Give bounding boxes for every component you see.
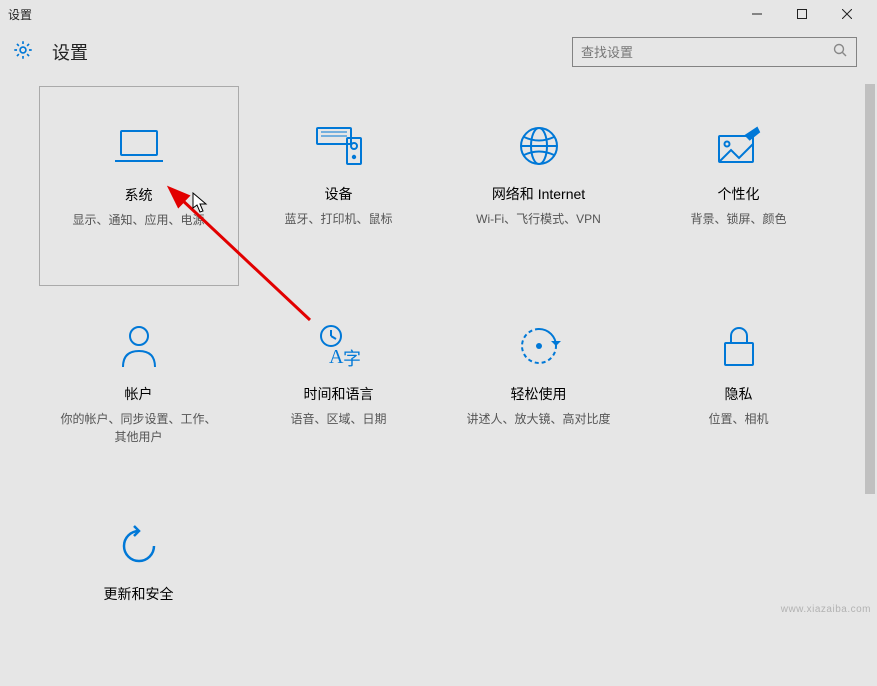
maximize-button[interactable] xyxy=(779,0,824,28)
tile-title: 个性化 xyxy=(718,184,760,204)
tile-title: 时间和语言 xyxy=(304,384,374,404)
paint-icon xyxy=(715,116,763,176)
tile-desc: 讲述人、放大镜、高对比度 xyxy=(466,410,610,428)
search-icon xyxy=(832,42,848,63)
search-input-container[interactable] xyxy=(572,37,857,67)
time-language-icon: A 字 xyxy=(315,316,363,376)
tile-desc: 显示、通知、应用、电源 xyxy=(72,211,204,229)
svg-text:字: 字 xyxy=(343,349,361,369)
tile-network[interactable]: 网络和 Internet Wi-Fi、飞行模式、VPN xyxy=(439,86,639,286)
tile-system[interactable]: 系统 显示、通知、应用、电源 xyxy=(39,86,239,286)
tile-desc: 位置、相机 xyxy=(708,410,768,428)
ease-icon xyxy=(516,316,562,376)
tile-privacy[interactable]: 隐私 位置、相机 xyxy=(639,286,839,486)
close-button[interactable] xyxy=(824,0,869,28)
window-titlebar: 设置 xyxy=(0,0,877,28)
window-controls xyxy=(734,0,869,28)
tile-accounts[interactable]: 帐户 你的帐户、同步设置、工作、其他用户 xyxy=(39,286,239,486)
tile-devices[interactable]: 设备 蓝牙、打印机、鼠标 xyxy=(239,86,439,286)
settings-grid: 系统 显示、通知、应用、电源 设备 蓝牙、打印机、鼠标 xyxy=(0,76,877,686)
tile-title: 轻松使用 xyxy=(511,384,567,404)
window-title: 设置 xyxy=(8,6,734,23)
tile-personalization[interactable]: 个性化 背景、锁屏、颜色 xyxy=(639,86,839,286)
gear-icon xyxy=(12,39,34,66)
tile-update[interactable]: 更新和安全 xyxy=(39,486,239,686)
tile-desc: 语音、区域、日期 xyxy=(290,410,386,428)
tile-title: 设备 xyxy=(325,184,353,204)
tile-title: 系统 xyxy=(125,185,153,205)
globe-icon xyxy=(517,116,561,176)
tile-desc: 你的帐户、同步设置、工作、其他用户 xyxy=(59,410,219,446)
content-area: 系统 显示、通知、应用、电源 设备 蓝牙、打印机、鼠标 xyxy=(0,76,877,617)
tile-title: 更新和安全 xyxy=(104,584,174,604)
svg-text:A: A xyxy=(329,346,344,368)
tile-title: 帐户 xyxy=(125,384,153,404)
person-icon xyxy=(119,316,159,376)
app-title: 设置 xyxy=(52,39,572,65)
devices-icon xyxy=(313,116,365,176)
tile-time-language[interactable]: A 字 时间和语言 语音、区域、日期 xyxy=(239,286,439,486)
tile-title: 网络和 Internet xyxy=(492,184,585,204)
tile-ease-of-access[interactable]: 轻松使用 讲述人、放大镜、高对比度 xyxy=(439,286,639,486)
vertical-scrollbar[interactable] xyxy=(863,76,877,617)
lock-icon xyxy=(720,316,758,376)
tile-desc: 背景、锁屏、颜色 xyxy=(690,210,786,228)
minimize-button[interactable] xyxy=(734,0,779,28)
tile-title: 隐私 xyxy=(725,384,753,404)
scrollbar-thumb[interactable] xyxy=(865,84,875,494)
tile-desc: 蓝牙、打印机、鼠标 xyxy=(284,210,392,228)
app-header: 设置 xyxy=(0,28,877,76)
watermark: www.xiazaiba.com xyxy=(781,604,871,615)
tile-desc: Wi-Fi、飞行模式、VPN xyxy=(476,210,601,228)
search-input[interactable] xyxy=(581,45,832,60)
laptop-icon xyxy=(113,117,165,177)
update-icon xyxy=(116,516,162,576)
